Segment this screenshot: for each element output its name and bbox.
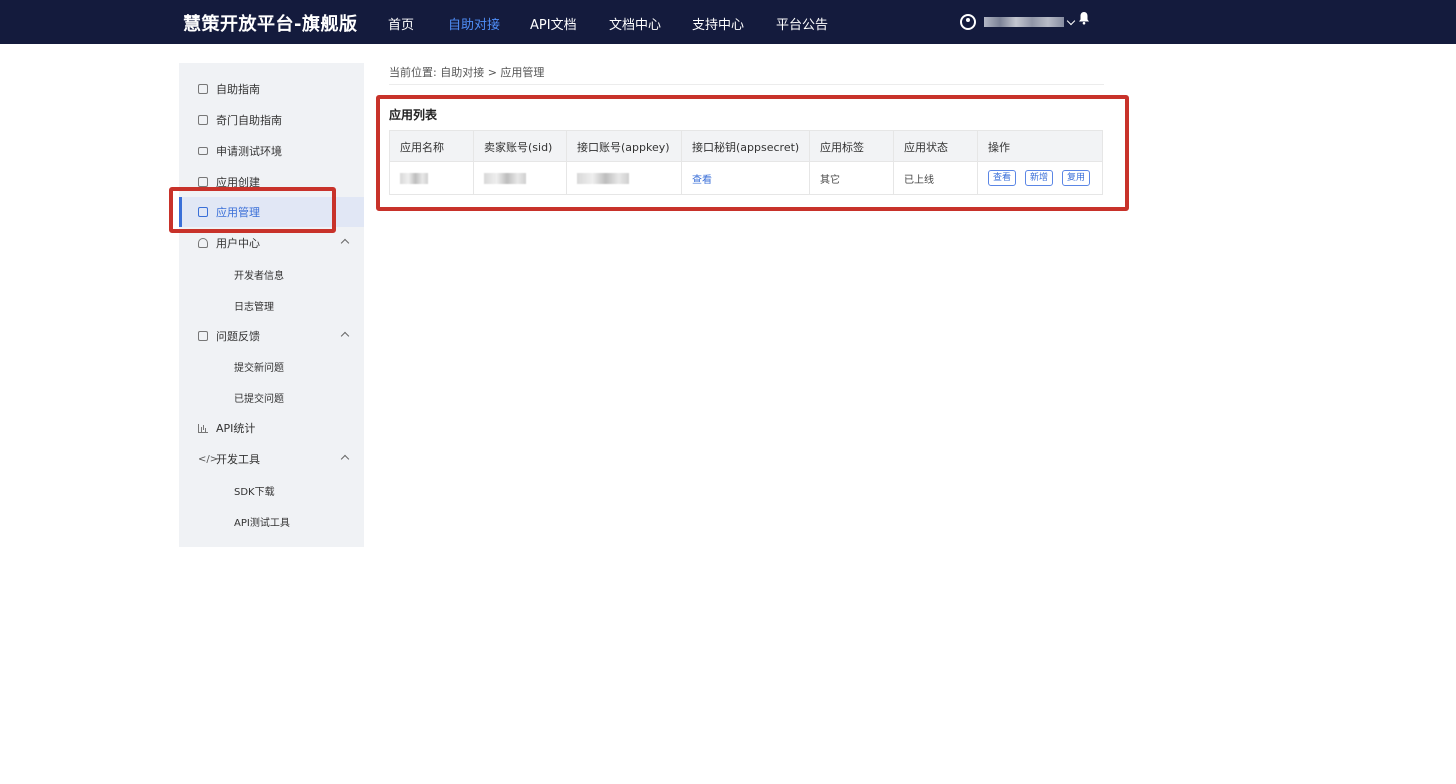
user-menu[interactable] [960, 12, 1076, 32]
sidebar-item-label: 奇门自助指南 [216, 114, 282, 127]
sidebar-item-developer-info[interactable]: 开发者信息 [179, 259, 364, 289]
code-icon: </> [198, 453, 219, 465]
sidebar-item-sdk-download[interactable]: SDK下载 [179, 475, 364, 505]
bar-chart-icon [198, 423, 208, 433]
divider [389, 84, 1104, 85]
brand-title[interactable]: 慧策开放平台-旗舰版 [183, 10, 357, 36]
sidebar-item-dev-tools[interactable]: </> 开发工具 [179, 444, 364, 474]
sidebar-item-api-stats[interactable]: API统计 [179, 413, 364, 443]
sidebar-item-label: 问题反馈 [216, 330, 260, 343]
sidebar-item-log-manage[interactable]: 日志管理 [179, 290, 364, 320]
add-box-icon [198, 177, 208, 187]
sidebar-item-label: 开发工具 [216, 453, 260, 466]
chevron-up-icon [340, 331, 350, 341]
edit-icon [198, 84, 208, 94]
highlight-box-table [376, 95, 1129, 211]
sidebar-item-label: 用户中心 [216, 237, 260, 250]
highlight-box-sidebar [169, 187, 336, 233]
chevron-up-icon [340, 454, 350, 464]
sidebar-item-self-guide[interactable]: 自助指南 [179, 74, 364, 104]
nav-self-service[interactable]: 自助对接 [448, 14, 500, 33]
nav-support-center[interactable]: 支持中心 [692, 14, 744, 33]
nav-home[interactable]: 首页 [388, 14, 414, 33]
monitor-icon [198, 147, 208, 155]
sidebar-item-label: 自助指南 [216, 83, 260, 96]
nav-announcements[interactable]: 平台公告 [776, 14, 828, 33]
sidebar-item-submit-issue[interactable]: 提交新问题 [179, 351, 364, 381]
sidebar-item-label: 申请测试环境 [216, 145, 282, 158]
user-name-blurred [984, 17, 1064, 27]
sidebar-item-test-env[interactable]: 申请测试环境 [179, 136, 364, 166]
sidebar-item-feedback[interactable]: 问题反馈 [179, 321, 364, 351]
sidebar: 自助指南 奇门自助指南 申请测试环境 应用创建 应用管理 用户中心 开发者信息 … [179, 63, 364, 547]
sidebar-item-submitted-issues[interactable]: 已提交问题 [179, 382, 364, 412]
top-header: 慧策开放平台-旗舰版 首页 自助对接 API文档 文档中心 支持中心 平台公告 [0, 0, 1456, 44]
user-icon [198, 238, 208, 248]
bell-icon[interactable] [1078, 11, 1090, 25]
sidebar-item-label: API统计 [216, 422, 256, 435]
breadcrumb: 当前位置: 自助对接 > 应用管理 [389, 66, 545, 79]
nav-doc-center[interactable]: 文档中心 [609, 14, 661, 33]
chevron-up-icon [340, 238, 350, 248]
sidebar-item-qimen-guide[interactable]: 奇门自助指南 [179, 105, 364, 135]
chevron-down-icon [1066, 16, 1076, 25]
edit-icon [198, 115, 208, 125]
nav-api-docs[interactable]: API文档 [530, 14, 577, 33]
feedback-icon [198, 331, 208, 341]
user-avatar-icon [960, 14, 976, 30]
sidebar-item-api-test-tool[interactable]: API测试工具 [179, 506, 364, 536]
